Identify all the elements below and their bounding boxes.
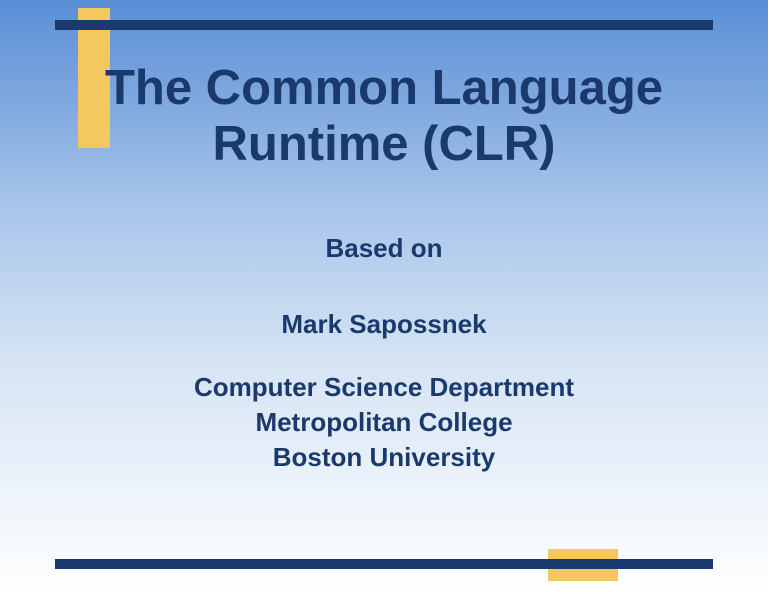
affiliation-line-1: Computer Science Department xyxy=(55,370,713,405)
author-name: Mark Sapossnek xyxy=(55,309,713,340)
based-on-label: Based on xyxy=(55,233,713,264)
slide-content: The Common Language Runtime (CLR) Based … xyxy=(55,60,713,475)
affiliation-line-2: Metropolitan College xyxy=(55,405,713,440)
affiliation-line-3: Boston University xyxy=(55,440,713,475)
affiliation-block: Computer Science Department Metropolitan… xyxy=(55,370,713,475)
slide-title: The Common Language Runtime (CLR) xyxy=(55,60,713,173)
top-horizontal-bar xyxy=(55,20,713,30)
bottom-horizontal-bar xyxy=(55,559,713,569)
